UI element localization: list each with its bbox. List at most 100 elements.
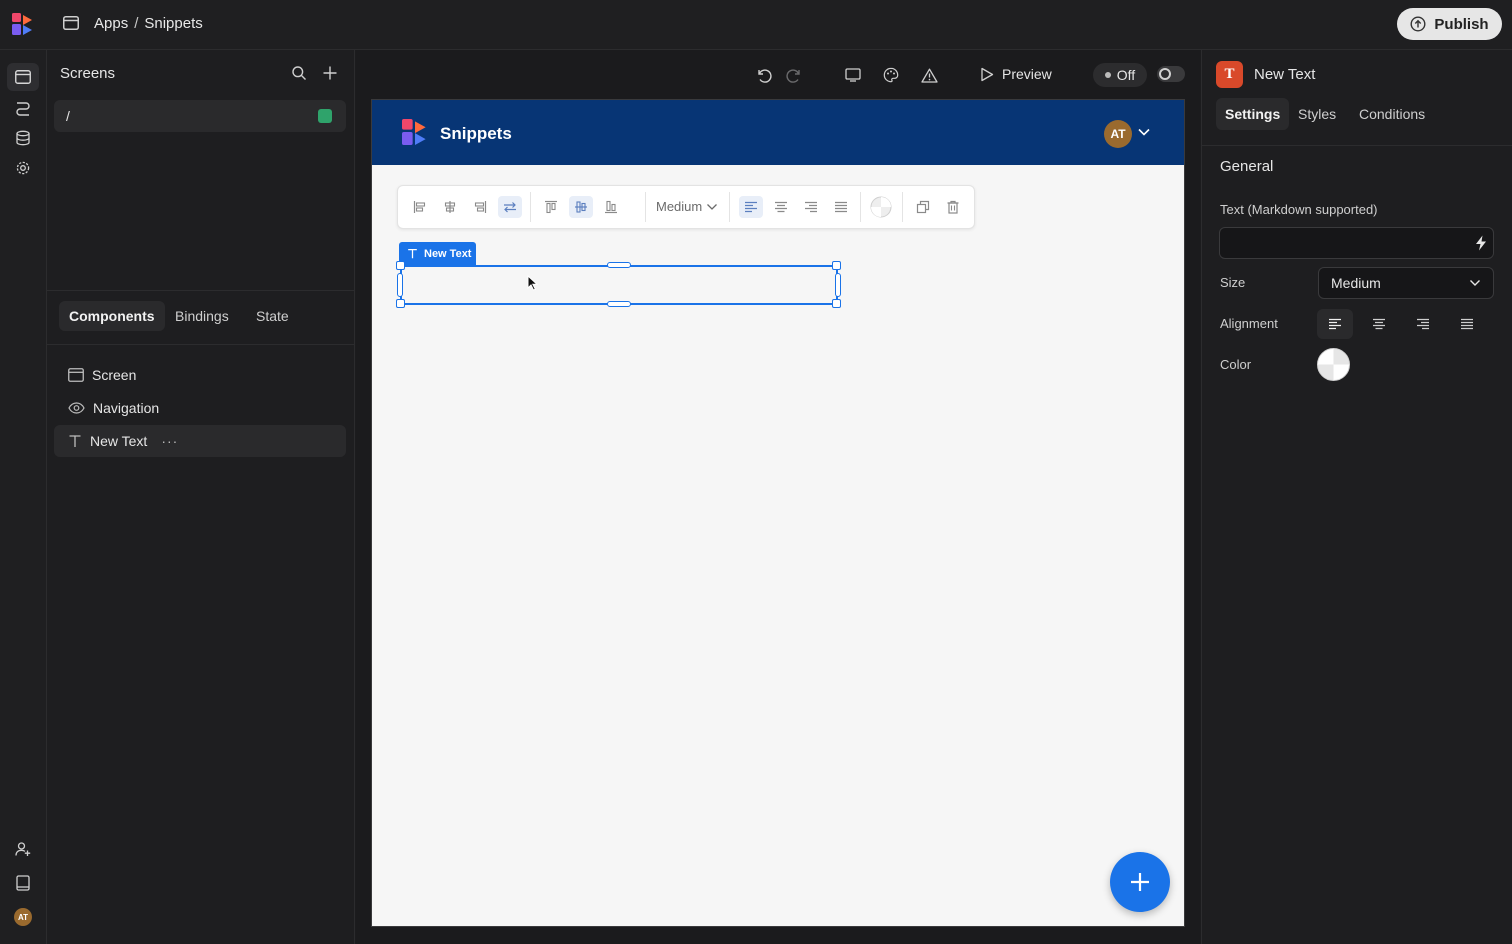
design-icon[interactable]: [7, 63, 39, 91]
app-user-avatar[interactable]: AT: [1104, 120, 1132, 148]
text-align-left-icon[interactable]: [739, 196, 763, 218]
tree-item-label: Screen: [92, 367, 137, 383]
divider: [47, 290, 355, 291]
tab-components[interactable]: Components: [59, 301, 165, 331]
component-name: New Text: [1254, 66, 1316, 83]
undo-icon[interactable]: [752, 65, 776, 85]
breadcrumb-apps[interactable]: Apps: [94, 15, 128, 32]
preview-button[interactable]: Preview: [980, 66, 1052, 82]
warning-icon[interactable]: [917, 65, 941, 85]
more-options-icon[interactable]: ···: [161, 433, 178, 449]
align-center-h-icon[interactable]: [438, 196, 462, 218]
play-icon: [980, 67, 994, 82]
text-align-center-icon[interactable]: [769, 196, 793, 218]
chevron-down-icon: [1469, 279, 1481, 287]
stretch-horizontal-icon[interactable]: [498, 196, 522, 218]
resize-handle[interactable]: [835, 273, 841, 297]
toggle-switch[interactable]: [1157, 66, 1185, 82]
resize-handle[interactable]: [832, 299, 841, 308]
tab-bindings[interactable]: Bindings: [165, 301, 239, 331]
toolbar-size-value: Medium: [656, 199, 703, 214]
toolbar-size-select[interactable]: Medium: [656, 199, 718, 214]
align-top-icon[interactable]: [539, 196, 563, 218]
tree-item-new-text[interactable]: New Text ···: [54, 425, 346, 457]
size-label: Size: [1220, 275, 1246, 290]
section-general-title: General: [1220, 158, 1274, 175]
redo-icon[interactable]: [782, 65, 806, 85]
align-bottom-icon[interactable]: [599, 196, 623, 218]
docs-book-icon[interactable]: [7, 869, 39, 897]
right-panel: [1201, 50, 1512, 944]
text-markdown-input[interactable]: [1219, 227, 1494, 259]
tab-state[interactable]: State: [246, 301, 299, 331]
selected-text-component[interactable]: [400, 265, 838, 305]
align-right-button[interactable]: [1405, 309, 1441, 339]
budibase-logo-icon[interactable]: [12, 13, 34, 35]
resize-handle[interactable]: [832, 261, 841, 270]
left-rail: [0, 50, 47, 944]
text-icon: [407, 248, 418, 259]
alignment-label: Alignment: [1220, 316, 1278, 331]
size-select[interactable]: Medium: [1318, 267, 1494, 299]
tree-item-navigation[interactable]: Navigation: [54, 392, 346, 424]
settings-gear-icon[interactable]: [7, 154, 39, 182]
align-center-button[interactable]: [1361, 309, 1397, 339]
breadcrumb-snippets[interactable]: Snippets: [144, 15, 202, 32]
tab-settings[interactable]: Settings: [1216, 98, 1290, 130]
top-bar: [0, 0, 1512, 50]
tab-styles[interactable]: Styles: [1289, 98, 1345, 130]
device-desktop-icon[interactable]: [841, 65, 865, 85]
status-dot: [1104, 72, 1111, 78]
lightning-bolt-icon[interactable]: [1475, 235, 1487, 251]
app-title: Snippets: [440, 124, 512, 143]
delete-trash-icon[interactable]: [941, 196, 965, 218]
app-logo-icon: [402, 119, 428, 145]
duplicate-icon[interactable]: [911, 196, 935, 218]
align-justify-button[interactable]: [1449, 309, 1485, 339]
resize-handle[interactable]: [396, 299, 405, 308]
resize-handle[interactable]: [397, 273, 403, 297]
add-component-button[interactable]: [1110, 852, 1170, 912]
eye-icon: [68, 402, 85, 414]
selected-component-badge[interactable]: New Text: [399, 242, 476, 265]
automation-icon[interactable]: [7, 94, 39, 122]
add-screen-icon[interactable]: [322, 65, 338, 81]
divider: [1201, 145, 1512, 146]
resize-handle[interactable]: [607, 301, 631, 307]
resize-handle[interactable]: [607, 262, 631, 268]
text-align-justify-icon[interactable]: [829, 196, 853, 218]
tree-item-screen[interactable]: Screen: [54, 359, 346, 391]
left-panel: [47, 50, 355, 944]
tab-conditions[interactable]: Conditions: [1350, 98, 1434, 130]
publish-button[interactable]: Publish: [1397, 8, 1502, 40]
tree-item-label: Navigation: [93, 400, 160, 416]
color-picker-icon[interactable]: [869, 196, 893, 218]
mouse-cursor-icon: [527, 275, 538, 291]
toggle-knob: [1159, 68, 1171, 80]
chevron-down-icon[interactable]: [1137, 127, 1151, 137]
breadcrumb-separator: /: [134, 15, 139, 32]
selected-component-label: New Text: [424, 247, 472, 260]
align-left-edge-icon[interactable]: [408, 196, 432, 218]
text-align-right-icon[interactable]: [799, 196, 823, 218]
theme-palette-icon[interactable]: [879, 65, 903, 85]
size-select-value: Medium: [1331, 275, 1381, 291]
align-right-edge-icon[interactable]: [468, 196, 492, 218]
add-user-icon[interactable]: [7, 835, 39, 863]
screen-item-root[interactable]: /: [54, 100, 346, 132]
toolbar-divider: [530, 192, 531, 222]
sidebar-toggle-icon[interactable]: [58, 10, 84, 36]
publish-label: Publish: [1434, 15, 1489, 33]
user-avatar[interactable]: AT: [14, 908, 32, 926]
toolbar-divider: [645, 192, 646, 222]
status-off-badge[interactable]: Off: [1093, 63, 1147, 87]
resize-handle[interactable]: [396, 261, 405, 270]
color-swatch[interactable]: [1317, 348, 1350, 381]
database-icon[interactable]: [7, 124, 39, 152]
upload-icon: [1410, 16, 1426, 32]
align-left-button[interactable]: [1317, 309, 1353, 339]
text-field-label: Text (Markdown supported): [1220, 202, 1378, 217]
screen-path: /: [66, 108, 70, 124]
search-icon[interactable]: [291, 65, 307, 81]
align-middle-v-icon[interactable]: [569, 196, 593, 218]
